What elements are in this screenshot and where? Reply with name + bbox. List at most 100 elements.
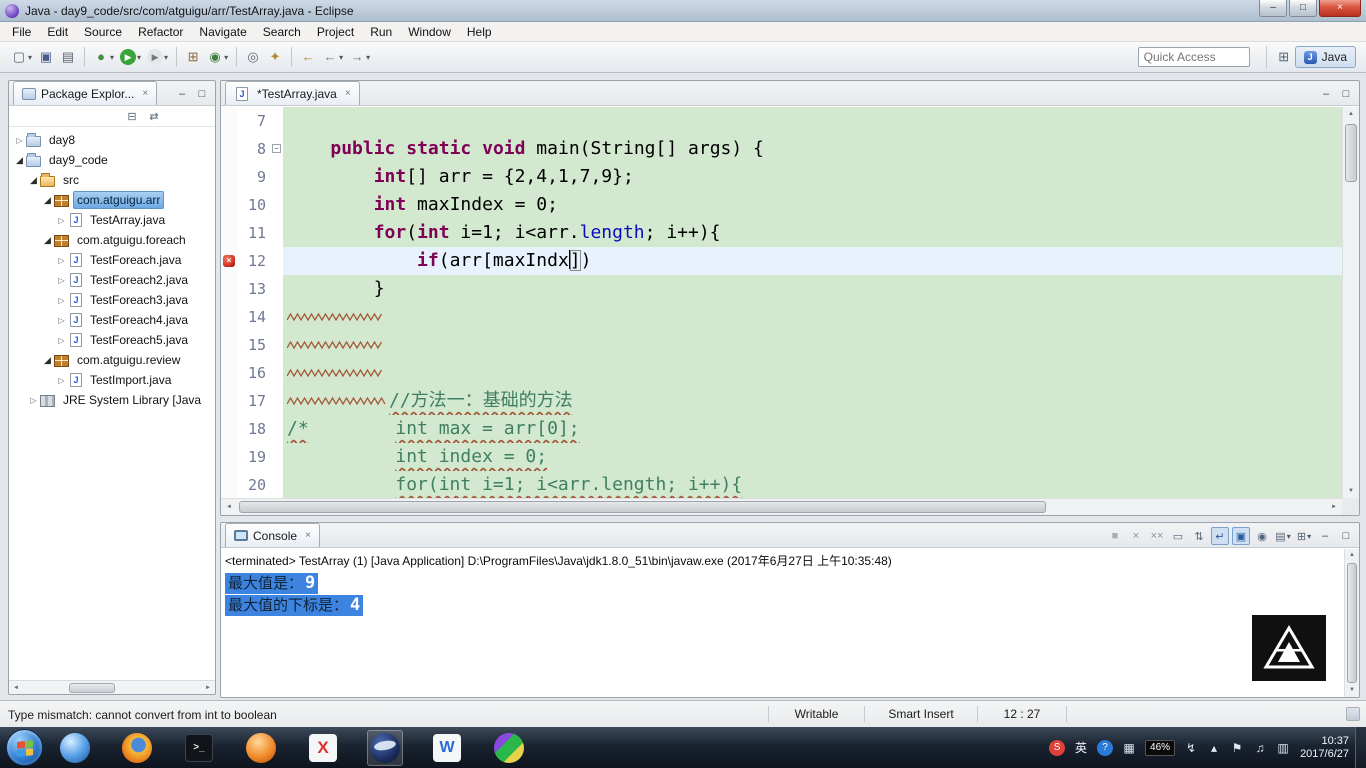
scrollbar-thumb[interactable]	[69, 682, 115, 693]
scrollbar-thumb[interactable]	[239, 501, 1047, 513]
console-output-area[interactable]: <terminated> TestArray (1) [Java Applica…	[221, 549, 1344, 697]
code-line-15[interactable]: 15	[221, 331, 1342, 359]
perspective-java-button[interactable]: Java	[1294, 46, 1356, 68]
tree-expanded-icon[interactable]: ◢	[27, 175, 40, 186]
network-icon[interactable]: ▥	[1276, 741, 1290, 755]
tree-item-testforeach5-java[interactable]: ▷ TestForeach5.java	[9, 330, 215, 350]
code-line-14[interactable]: 14	[221, 303, 1342, 331]
code-line-13[interactable]: 13 }	[221, 275, 1342, 303]
quick-access-input[interactable]	[1137, 47, 1250, 67]
taskbar-firefox[interactable]	[119, 730, 155, 766]
new-java-project-button[interactable]: ⊞	[182, 45, 204, 69]
tree-item-testimport-java[interactable]: ▷ TestImport.java	[9, 370, 215, 390]
tree-expanded-icon[interactable]: ◢	[41, 235, 54, 246]
minimize-console-button[interactable]: –	[1316, 527, 1334, 545]
package-explorer-hscrollbar[interactable]	[9, 680, 215, 694]
close-view-icon[interactable]	[305, 530, 311, 541]
console-vscrollbar[interactable]	[1344, 549, 1359, 697]
scroll-down-icon[interactable]	[1345, 684, 1359, 697]
action-center-icon[interactable]: ⚑	[1230, 741, 1244, 755]
tree-collapsed-icon[interactable]: ▷	[55, 316, 68, 325]
taskbar-media[interactable]	[491, 730, 527, 766]
menu-help[interactable]: Help	[459, 23, 500, 41]
code-line-17[interactable]: 17 //方法一：基础的方法	[221, 387, 1342, 415]
taskbar-foxmail[interactable]	[243, 730, 279, 766]
tree-item-testforeach3-java[interactable]: ▷ TestForeach3.java	[9, 290, 215, 310]
code-editor[interactable]: 7 8− public static void main(String[] arg…	[221, 107, 1342, 498]
help-tray-icon[interactable]: ?	[1097, 739, 1114, 756]
link-with-editor-button[interactable]: ⇄	[145, 107, 163, 125]
editor-vscrollbar[interactable]	[1342, 107, 1359, 498]
menu-file[interactable]: File	[4, 23, 39, 41]
maximize-editor-button[interactable]: □	[1337, 85, 1355, 103]
terminate-button[interactable]: ■	[1106, 527, 1124, 545]
debug-button[interactable]: ● ▾	[90, 45, 117, 69]
tree-item-com-atguigu-review[interactable]: ◢ com.atguigu.review	[9, 350, 215, 370]
tree-expanded-icon[interactable]: ◢	[13, 155, 26, 166]
tree-item-testforeach4-java[interactable]: ▷ TestForeach4.java	[9, 310, 215, 330]
editor-tab-testarray[interactable]: *TestArray.java	[225, 81, 360, 105]
tree-item-day8[interactable]: ▷ day8	[9, 130, 215, 150]
start-button[interactable]	[6, 729, 43, 766]
close-editor-icon[interactable]	[345, 88, 351, 99]
taskbar-clock[interactable]: 10:37 2017/6/27	[1300, 735, 1349, 761]
tree-collapsed-icon[interactable]: ▷	[55, 336, 68, 345]
tree-item-testforeach2-java[interactable]: ▷ TestForeach2.java	[9, 270, 215, 290]
tree-item-jre-system-library-java[interactable]: ▷ JRE System Library [Java	[9, 390, 215, 410]
search-button[interactable]: ✦	[264, 45, 286, 69]
forward-button[interactable]: → ▾	[346, 45, 373, 69]
tree-item-com-atguigu-foreach[interactable]: ◢ com.atguigu.foreach	[9, 230, 215, 250]
scrollbar-thumb[interactable]	[1345, 124, 1357, 182]
fold-collapse-icon[interactable]: −	[272, 144, 281, 153]
new-class-button[interactable]: ◉ ▾	[204, 45, 231, 69]
sogou-tray-icon[interactable]: S	[1049, 739, 1066, 756]
open-perspective-button[interactable]: ⊞	[1273, 46, 1295, 68]
power-tray-icon[interactable]: ↯	[1184, 741, 1198, 755]
remove-all-launches-button[interactable]: ××	[1148, 527, 1166, 545]
taskbar-xmind[interactable]: X	[305, 730, 341, 766]
display-selected-console-button[interactable]: ▤ ▾	[1274, 527, 1292, 545]
code-line-7[interactable]: 7	[221, 107, 1342, 135]
code-line-9[interactable]: 9 int[] arr = {2,4,1,7,9};	[221, 163, 1342, 191]
keyboard-tray-icon[interactable]: ▦	[1122, 741, 1136, 755]
menu-project[interactable]: Project	[309, 23, 362, 41]
menu-navigate[interactable]: Navigate	[191, 23, 254, 41]
scroll-right-icon[interactable]	[1326, 499, 1342, 515]
remove-launch-button[interactable]: ×	[1127, 527, 1145, 545]
scroll-down-icon[interactable]	[1343, 484, 1359, 498]
tree-item-testforeach-java[interactable]: ▷ TestForeach.java	[9, 250, 215, 270]
battery-indicator[interactable]: 46%	[1145, 739, 1176, 756]
volume-icon[interactable]: ♫	[1253, 741, 1267, 755]
show-desktop-button[interactable]	[1355, 727, 1366, 768]
tree-expanded-icon[interactable]: ◢	[41, 355, 54, 366]
console-tab[interactable]: Console	[225, 523, 320, 547]
code-line-8[interactable]: 8− public static void main(String[] args…	[221, 135, 1342, 163]
ime-indicator[interactable]: 英	[1074, 739, 1088, 756]
new-wizard-button[interactable]: ▢ ▾	[8, 45, 35, 69]
tree-item-src[interactable]: ◢ src	[9, 170, 215, 190]
run-external-button[interactable]: ▶ ▾	[144, 45, 171, 69]
scroll-left-icon[interactable]	[221, 499, 237, 515]
run-button[interactable]: ▶ ▾	[117, 45, 144, 69]
scroll-lock-button[interactable]: ⇅	[1190, 527, 1208, 545]
menu-source[interactable]: Source	[76, 23, 130, 41]
tree-collapsed-icon[interactable]: ▷	[55, 376, 68, 385]
scroll-left-icon[interactable]	[9, 685, 23, 691]
tree-expanded-icon[interactable]: ◢	[41, 195, 54, 206]
maximize-view-button[interactable]: □	[193, 85, 211, 103]
back-button[interactable]: ← ▾	[319, 45, 346, 69]
open-console-button[interactable]: ⊞ ▾	[1295, 527, 1313, 545]
code-line-10[interactable]: 10 int maxIndex = 0;	[221, 191, 1342, 219]
tree-collapsed-icon[interactable]: ▷	[27, 396, 40, 405]
taskbar-eclipse[interactable]	[367, 729, 403, 766]
tree-collapsed-icon[interactable]: ▷	[55, 256, 68, 265]
scroll-up-icon[interactable]	[1345, 549, 1359, 562]
open-type-button[interactable]: ◎	[242, 45, 264, 69]
taskbar-terminal[interactable]: >_	[181, 730, 217, 766]
tray-expand-button[interactable]: ▴	[1207, 741, 1221, 755]
taskbar-wps[interactable]: W	[429, 730, 465, 766]
editor-hscrollbar[interactable]	[221, 498, 1342, 515]
scroll-right-icon[interactable]	[201, 685, 215, 691]
code-line-20[interactable]: 20 for(int i=1; i<arr.length; i++){	[221, 471, 1342, 498]
minimize-view-button[interactable]: –	[173, 85, 191, 103]
